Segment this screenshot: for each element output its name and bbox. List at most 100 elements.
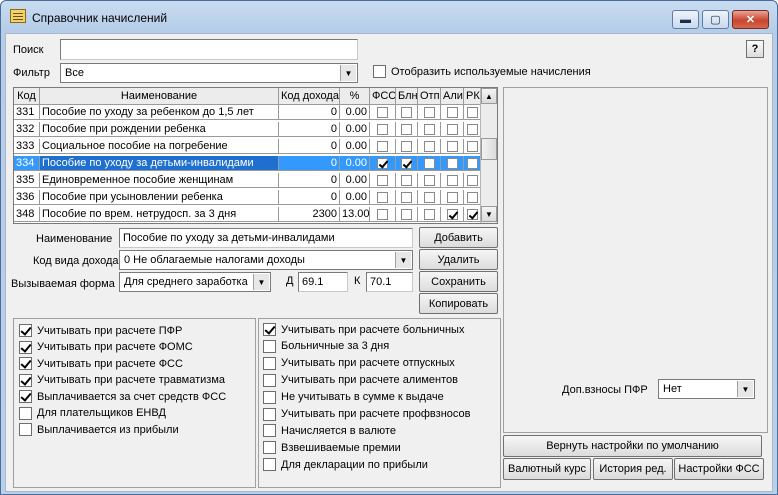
- col-name[interactable]: Наименование: [40, 88, 279, 105]
- name-input[interactable]: Пособие по уходу за детьми-инвалидами: [119, 228, 413, 248]
- bln-checkbox[interactable]: [401, 174, 412, 186]
- option-checkbox[interactable]: Выплачивается из прибыли: [19, 423, 179, 436]
- bln-checkbox[interactable]: [401, 157, 412, 169]
- col-bln[interactable]: Блн: [396, 88, 418, 105]
- fss-checkbox[interactable]: [377, 191, 388, 203]
- filter-select[interactable]: Все ▼: [60, 63, 358, 83]
- check-box[interactable]: [263, 441, 276, 455]
- fss-checkbox[interactable]: [377, 140, 388, 152]
- ali-checkbox[interactable]: [446, 157, 458, 169]
- maximize-button[interactable]: ▢: [702, 10, 729, 29]
- k-input[interactable]: 70.1: [366, 272, 413, 292]
- check-box[interactable]: [263, 339, 276, 353]
- col-income-code[interactable]: Код дохода: [279, 88, 340, 105]
- col-otp[interactable]: Отп: [418, 88, 441, 105]
- col-fss[interactable]: ФСС: [370, 88, 396, 105]
- option-checkbox[interactable]: Учитывать при расчете ПФР: [19, 324, 182, 337]
- bln-checkbox[interactable]: [401, 191, 412, 203]
- check-box[interactable]: [19, 423, 32, 436]
- table-row[interactable]: 334 Пособие по уходу за детьми-инвалидами…: [14, 156, 481, 171]
- otp-checkbox[interactable]: [423, 191, 435, 203]
- otp-checkbox[interactable]: [423, 208, 435, 220]
- check-box[interactable]: [263, 323, 276, 336]
- close-button[interactable]: ✕: [732, 10, 769, 29]
- rk-checkbox[interactable]: [466, 106, 478, 118]
- option-checkbox[interactable]: Не учитывать в сумме к выдаче: [263, 390, 444, 404]
- table-row[interactable]: 335 Единовременное пособие женщинам 0 0.00: [14, 173, 481, 188]
- search-input[interactable]: [60, 39, 358, 60]
- option-checkbox[interactable]: Учитывать при расчете отпускных: [263, 356, 455, 370]
- add-button[interactable]: Добавить: [419, 227, 498, 248]
- check-box[interactable]: [19, 324, 32, 337]
- ali-checkbox[interactable]: [446, 208, 458, 220]
- check-box[interactable]: [263, 424, 276, 438]
- check-box[interactable]: [19, 340, 32, 354]
- ali-checkbox[interactable]: [446, 140, 458, 152]
- rk-checkbox[interactable]: [466, 208, 478, 220]
- show-used-checkbox[interactable]: Отобразить используемые начисления: [373, 65, 591, 78]
- table-row[interactable]: 333 Социальное пособие на погребение 0 0.00: [14, 139, 481, 154]
- currency-rate-button[interactable]: Валютный курс: [503, 458, 591, 480]
- fss-settings-button[interactable]: Настройки ФСС: [674, 458, 764, 480]
- check-box[interactable]: [19, 390, 32, 403]
- option-checkbox[interactable]: Учитывать при расчете больничных: [263, 323, 464, 336]
- fss-checkbox[interactable]: [377, 208, 388, 220]
- option-checkbox[interactable]: Учитывать при расчете профвзносов: [263, 407, 470, 421]
- option-checkbox[interactable]: Для декларации по прибыли: [263, 458, 428, 472]
- help-button[interactable]: ?: [746, 40, 764, 58]
- option-checkbox[interactable]: Учитывать при расчете травматизма: [19, 373, 225, 387]
- show-used-check[interactable]: [373, 65, 386, 78]
- table-scrollbar[interactable]: ▲ ▼: [480, 88, 497, 223]
- otp-checkbox[interactable]: [423, 140, 435, 152]
- otp-checkbox[interactable]: [423, 174, 435, 186]
- edit-history-button[interactable]: История ред.: [593, 458, 673, 480]
- option-checkbox[interactable]: Учитывать при расчете ФСС: [19, 357, 183, 370]
- otp-checkbox[interactable]: [423, 157, 435, 169]
- table-row[interactable]: 331 Пособие по уходу за ребенком до 1,5 л…: [14, 105, 481, 120]
- table-row[interactable]: 348 Пособие по врем. нетрудосп. за 3 дня 2…: [14, 207, 481, 222]
- check-box[interactable]: [263, 356, 276, 370]
- option-checkbox[interactable]: Для плательщиков ЕНВД: [19, 406, 166, 420]
- option-checkbox[interactable]: Учитывать при расчете ФОМС: [19, 340, 193, 354]
- fss-checkbox[interactable]: [377, 157, 388, 169]
- fss-checkbox[interactable]: [377, 174, 388, 186]
- scroll-down-icon[interactable]: ▼: [481, 206, 497, 222]
- chevron-down-icon[interactable]: ▼: [340, 65, 356, 81]
- check-box[interactable]: [263, 390, 276, 404]
- called-form-select[interactable]: Для среднего заработка ▼: [119, 272, 271, 292]
- bln-checkbox[interactable]: [401, 140, 412, 152]
- rk-checkbox[interactable]: [466, 191, 478, 203]
- chevron-down-icon[interactable]: ▼: [395, 252, 411, 268]
- option-checkbox[interactable]: Выплачивается за счет средств ФСС: [19, 390, 226, 403]
- scroll-up-icon[interactable]: ▲: [481, 88, 497, 104]
- fss-checkbox[interactable]: [377, 106, 388, 118]
- accruals-table[interactable]: Код Наименование Код дохода % ФСС Блн От…: [13, 87, 498, 224]
- pfr-extra-select[interactable]: Нет ▼: [658, 379, 755, 399]
- col-percent[interactable]: %: [340, 88, 370, 105]
- col-rk[interactable]: РК: [464, 88, 481, 105]
- ali-checkbox[interactable]: [446, 123, 458, 135]
- copy-button[interactable]: Копировать: [419, 293, 498, 314]
- chevron-down-icon[interactable]: ▼: [737, 381, 753, 397]
- bln-checkbox[interactable]: [401, 208, 412, 220]
- ali-checkbox[interactable]: [446, 174, 458, 186]
- ali-checkbox[interactable]: [446, 191, 458, 203]
- d-input[interactable]: 69.1: [298, 272, 348, 292]
- table-row[interactable]: 332 Пособие при рождении ребенка 0 0.00: [14, 122, 481, 137]
- ali-checkbox[interactable]: [446, 106, 458, 118]
- scroll-thumb[interactable]: [481, 138, 497, 160]
- chevron-down-icon[interactable]: ▼: [253, 274, 269, 290]
- option-checkbox[interactable]: Больничные за 3 дня: [263, 339, 389, 353]
- check-box[interactable]: [19, 406, 32, 420]
- bln-checkbox[interactable]: [401, 123, 412, 135]
- check-box[interactable]: [263, 458, 276, 472]
- otp-checkbox[interactable]: [423, 106, 435, 118]
- rk-checkbox[interactable]: [466, 123, 478, 135]
- rk-checkbox[interactable]: [466, 174, 478, 186]
- col-code[interactable]: Код: [14, 88, 40, 105]
- check-box[interactable]: [19, 373, 32, 387]
- check-box[interactable]: [19, 357, 32, 370]
- fss-checkbox[interactable]: [377, 123, 388, 135]
- bln-checkbox[interactable]: [401, 106, 412, 118]
- save-button[interactable]: Сохранить: [419, 271, 498, 292]
